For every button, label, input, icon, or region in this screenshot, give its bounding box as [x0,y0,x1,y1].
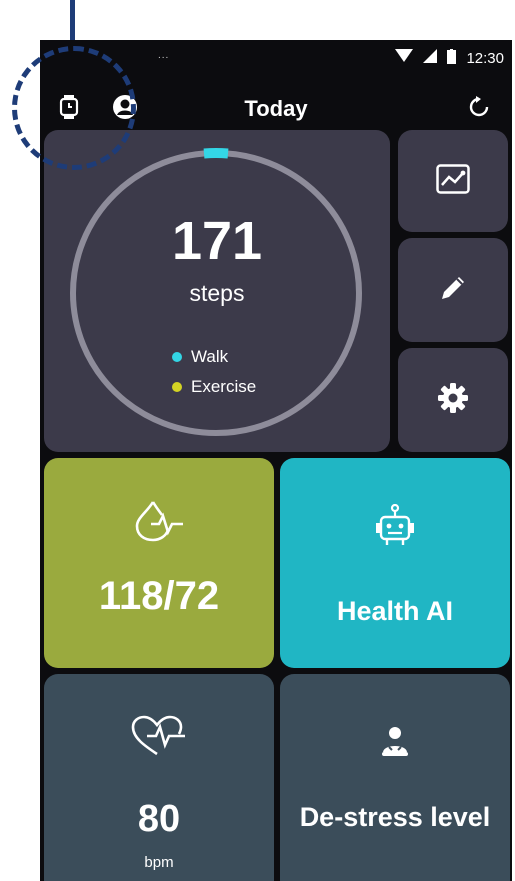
legend-label: Walk [191,347,229,366]
notification-dots: ... [158,50,170,61]
legend-label: Exercise [191,377,257,396]
steps-legend: Walk Exercise [172,342,256,402]
settings-button[interactable] [398,348,508,452]
edit-button[interactable] [398,238,508,342]
heart-rate-icon [44,714,274,758]
edit-icon [438,273,468,308]
meditation-icon [280,726,510,758]
clock-time: 12:30 [466,49,504,67]
heart-pulse-drop-icon [44,498,274,542]
settings-icon [437,382,469,419]
legend-item-walk: Walk [172,342,256,372]
wifi-icon [395,49,414,67]
heart-rate-unit: bpm [144,854,174,871]
battery-icon [447,48,457,68]
blood-pressure-card[interactable]: 118/72 [44,458,274,668]
cell-signal-icon [423,49,438,67]
legend-item-exercise: Exercise [172,372,256,402]
chart-button[interactable] [398,130,508,232]
steps-card[interactable]: 171 steps Walk Exercise [44,130,390,452]
robot-icon [280,504,510,548]
status-bar: ... 12:30 [40,40,512,76]
steps-unit-label: steps [189,280,245,306]
heart-rate-card[interactable]: 80 bpm [44,674,274,881]
health-ai-card[interactable]: Health AI [280,458,510,668]
health-ai-label: Health AI [336,596,453,626]
destress-card[interactable]: De-stress level [280,674,510,881]
page-title: Today [244,96,308,121]
steps-count: 171 [171,211,263,271]
top-bar: Today [40,86,512,130]
refresh-icon[interactable] [468,96,490,123]
heart-rate-value: 80 [137,798,181,840]
exercise-dot-icon [172,382,182,392]
destress-label: De-stress level [299,802,491,832]
walk-dot-icon [172,352,182,362]
phone-screen: ... 12:30 Today 171 steps Walk Exercise … [40,40,512,881]
blood-pressure-value: 118/72 [98,574,220,618]
chart-icon [436,163,470,199]
